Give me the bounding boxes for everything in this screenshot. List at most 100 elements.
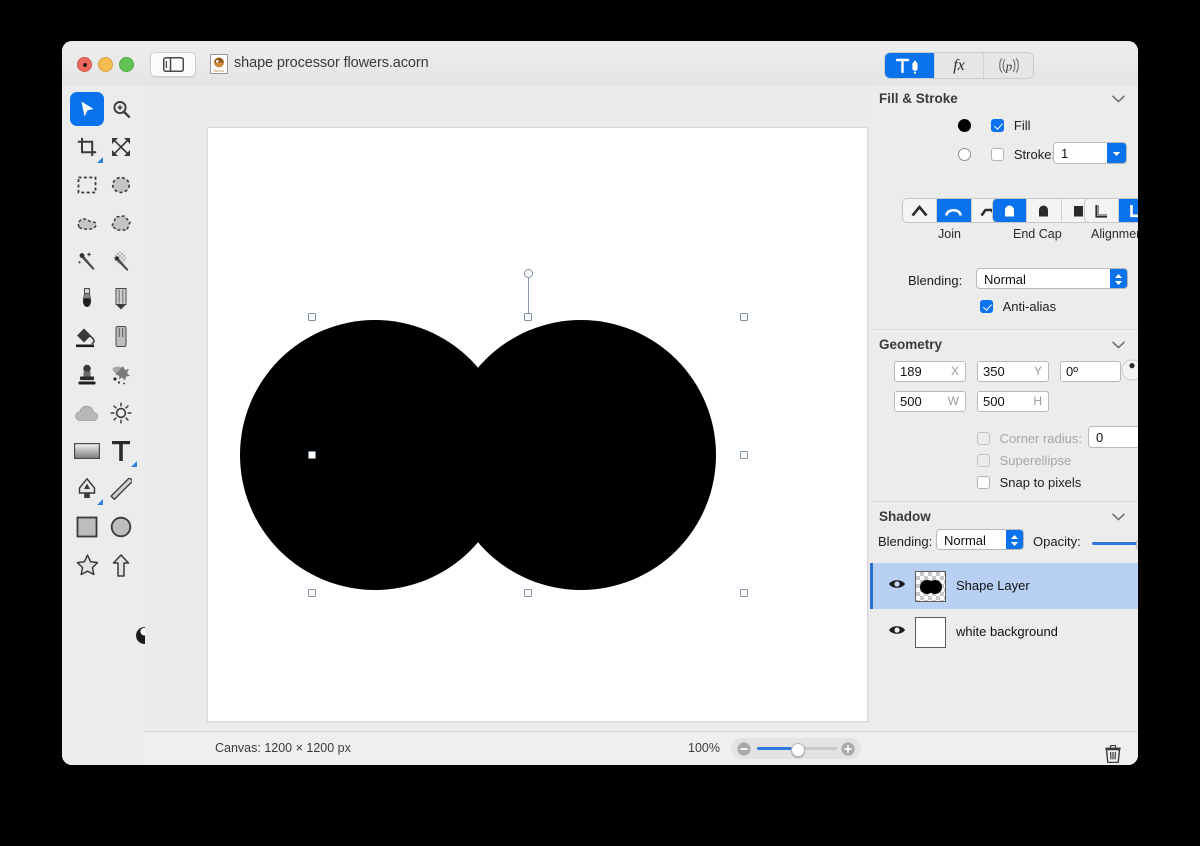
handle-middle-left[interactable] [308,451,316,459]
fill-checkbox[interactable] [991,119,1005,132]
anti-alias-checkbox[interactable] [980,300,993,313]
shadow-blending-stepper[interactable] [1006,530,1023,549]
x-unit: X [950,364,959,378]
handle-top-left[interactable] [308,313,316,321]
arrow-tool[interactable] [104,548,138,582]
tab-tools[interactable] [885,53,935,78]
chevron-down-icon[interactable] [1112,95,1125,103]
polygon-lasso-tool[interactable] [104,206,138,240]
rotation-dial[interactable] [1120,358,1138,382]
corner-radius-checkbox[interactable] [977,432,990,445]
layer-thumbnail-background[interactable] [915,617,946,648]
endcap-segmented-control[interactable] [992,198,1096,223]
zoom-out-icon[interactable] [737,742,751,756]
paint-bucket-tool[interactable] [70,320,104,354]
layer-row-background[interactable]: white background [870,609,1138,655]
stroke-checkbox[interactable] [991,148,1005,161]
eye-visibility-icon[interactable] [888,578,906,590]
shadow-blending-popup[interactable]: Normal [936,529,1024,550]
endcap-round-option[interactable] [1027,199,1062,222]
magic-wand-tool[interactable] [70,244,104,278]
transform-tool[interactable] [104,130,138,164]
handle-top-center[interactable] [524,313,532,321]
eye-visibility-icon[interactable] [888,624,906,636]
rotation-field[interactable]: 0º [1060,361,1121,382]
app-window: Acorn shape processor flowers.acorn fx p… [62,41,1138,765]
tool-submenu-indicator [131,461,137,467]
alignment-inner-option[interactable] [1085,199,1120,222]
lasso-tool[interactable] [70,206,104,240]
corner-radius-field[interactable]: 0 [1088,426,1138,448]
y-field[interactable]: 350 Y [977,361,1049,382]
miter-join-icon [911,204,928,216]
pencil-tool[interactable] [104,282,138,316]
handle-bottom-center[interactable] [524,589,532,597]
brush-tool[interactable] [70,282,104,316]
join-segmented-control[interactable] [902,198,1006,223]
x-field[interactable]: 189 X [894,361,966,382]
ellipse-tool[interactable] [104,510,138,544]
endcap-butt-option[interactable] [993,199,1028,222]
layer-row-shape[interactable]: Shape Layer [870,563,1138,609]
handle-middle-right[interactable] [740,451,748,459]
minimize-button[interactable] [98,57,113,72]
fill-stroke-section-header[interactable]: Fill & Stroke [870,86,1138,114]
smudge-tool[interactable] [104,358,138,392]
snap-to-pixels-row: Snap to pixels [977,475,1081,490]
trash-icon[interactable] [1105,745,1121,763]
alignment-center-option[interactable] [1119,199,1138,222]
join-round-option[interactable] [937,199,972,222]
join-miter-option[interactable] [903,199,938,222]
eraser-tool[interactable] [104,320,138,354]
width-field[interactable]: 500 W [894,391,966,412]
bezier-pen-tool[interactable] [70,472,104,506]
star-tool[interactable] [70,548,104,582]
zoom-button[interactable] [119,57,134,72]
superellipse-checkbox[interactable] [977,454,990,467]
stroke-color-swatch[interactable] [958,148,971,161]
handle-bottom-right[interactable] [740,589,748,597]
zoom-slider-knob[interactable] [791,742,805,757]
chevron-down-icon[interactable] [1112,513,1125,521]
stroke-width-stepper[interactable] [1107,143,1126,163]
rotation-handle[interactable] [524,269,533,278]
chevron-down-icon[interactable] [1112,341,1125,349]
zoom-tool[interactable] [104,92,138,126]
inspector-segmented-control[interactable]: fx p [884,52,1034,79]
fill-color-swatch[interactable] [958,119,971,132]
blur-tool[interactable] [70,396,104,430]
instant-alpha-tool[interactable] [104,244,138,278]
snap-to-pixels-checkbox[interactable] [977,476,990,489]
handle-bottom-left[interactable] [308,589,316,597]
rectangular-select-tool[interactable] [70,168,104,202]
zoom-slider[interactable] [731,738,861,759]
fill-row: Fill [958,118,1030,133]
move-tool[interactable] [70,92,104,126]
blending-stepper[interactable] [1110,269,1127,288]
tab-presets[interactable]: p [984,53,1033,78]
height-field[interactable]: 500 H [977,391,1049,412]
rectangle-tool[interactable] [70,510,104,544]
zoom-in-icon[interactable] [841,742,855,756]
layer-thumbnail-shape[interactable] [915,571,946,602]
eraser-icon [115,326,127,347]
shadow-section-header[interactable]: Shadow [870,504,1138,532]
alignment-segmented-control[interactable] [1084,198,1138,223]
image-canvas[interactable] [207,127,868,722]
sidebar-toggle-button[interactable] [150,52,196,77]
shadow-opacity-knob[interactable] [1136,537,1138,551]
line-tool[interactable] [104,472,138,506]
crop-tool[interactable] [70,130,104,164]
close-button[interactable] [77,57,92,72]
stroke-width-field[interactable]: 1 [1053,142,1127,164]
blending-popup[interactable]: Normal [976,268,1128,289]
shadow-opacity-slider[interactable] [1092,542,1138,545]
elliptical-select-tool[interactable] [104,168,138,202]
clone-stamp-tool[interactable] [70,358,104,392]
handle-top-right[interactable] [740,313,748,321]
gradient-tool[interactable] [70,434,104,468]
dodge-tool[interactable] [104,396,138,430]
text-tool[interactable] [104,434,138,468]
geometry-section-header[interactable]: Geometry [870,332,1138,360]
tab-fx[interactable]: fx [935,53,985,78]
